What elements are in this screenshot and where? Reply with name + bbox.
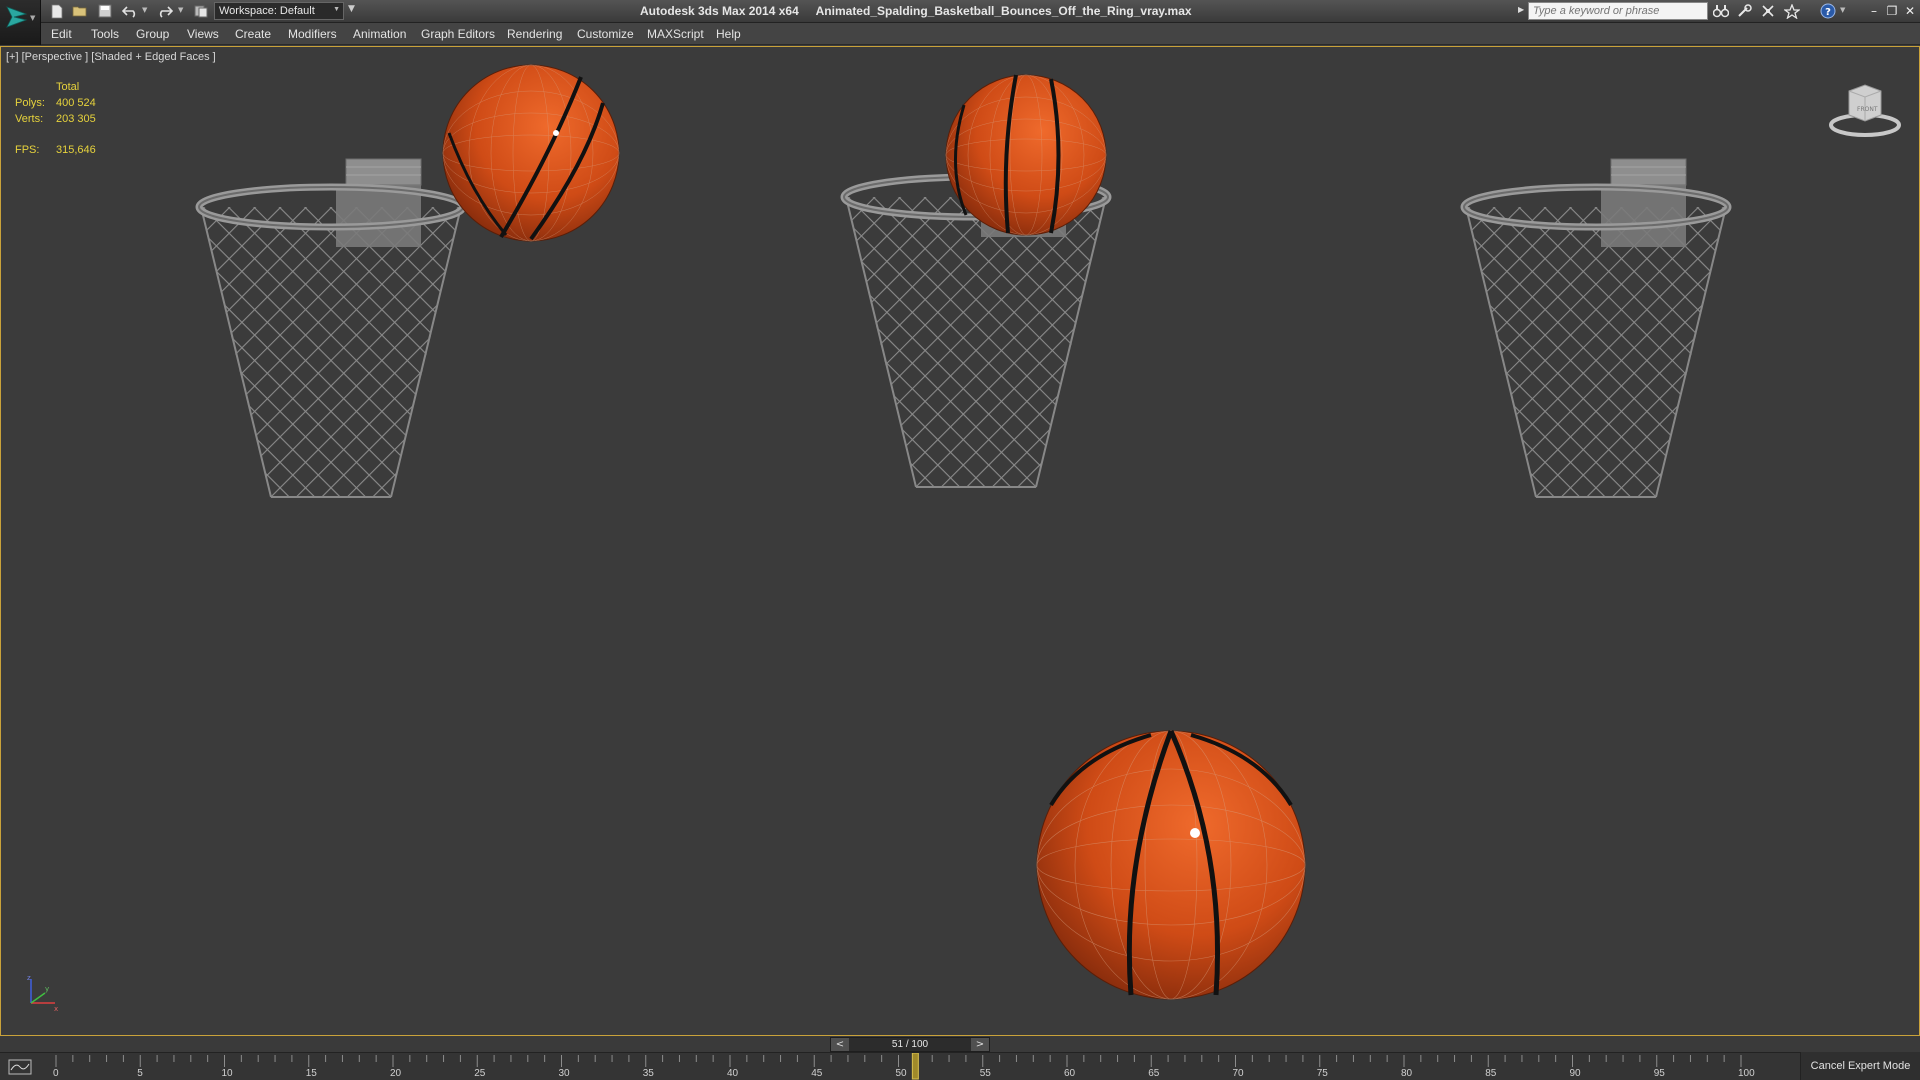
current-frame-marker[interactable] [911,1052,919,1080]
viewcube-widget[interactable]: FRONT [1827,79,1903,139]
hoop-left[interactable] [191,159,471,507]
menu-bar: Edit Tools Group Views Create Modifiers … [41,23,1920,45]
next-frame-button[interactable]: > [971,1038,989,1051]
restore-button[interactable]: ❐ [1884,2,1900,20]
timeline-tick-label: 100 [1738,1068,1755,1079]
timeline-tick-label: 20 [390,1068,402,1079]
menu-maxscript[interactable]: MAXScript [647,27,704,41]
timeline-tick-label: 0 [53,1068,59,1079]
workspace-select[interactable]: Workspace: Default ▼ [214,2,344,20]
title-bar: ▼ ▼ Workspace: Default ▼ ▼ Autodesk 3ds … [0,0,1920,23]
timeline-tick-label: 90 [1569,1068,1581,1079]
redo-icon[interactable] [155,2,175,20]
timeline-tick-label: 70 [1232,1068,1244,1079]
help-dropdown-icon[interactable]: ▼ [1840,6,1845,14]
undo-icon[interactable] [120,2,140,20]
viewcube-face-label: FRONT [1857,106,1878,113]
axis-z-label: z [27,974,31,982]
redo-dropdown-icon[interactable]: ▼ [178,6,183,14]
minimize-button[interactable]: – [1866,2,1882,20]
menu-edit[interactable]: Edit [51,27,72,41]
timeline-tick-label: 60 [1064,1068,1076,1079]
timeline-tick-label: 30 [558,1068,570,1079]
frame-counter: 51 / 100 [891,1039,929,1050]
svg-text:?: ? [1825,7,1831,18]
timeline-tick-label: 80 [1401,1068,1413,1079]
window-title: Autodesk 3ds Max 2014 x64 Animated_Spald… [640,4,1260,18]
basketball-lower[interactable] [1036,729,1306,1000]
menu-group[interactable]: Group [136,27,169,41]
app-title: Autodesk 3ds Max 2014 x64 [640,4,799,18]
save-icon[interactable] [95,2,115,20]
track-bar[interactable]: 0 5 10 15 20 25 30 35 40 45 50 55 60 65 70 75 80 85 90 95 10… [0,1052,1920,1080]
timeline-tick-label: 25 [474,1068,486,1079]
menu-animation[interactable]: Animation [353,27,406,41]
project-folder-icon[interactable] [191,2,211,20]
axis-tripod-icon: z x y [27,974,58,1013]
timeline-tick-label: 40 [727,1068,739,1079]
help-icon[interactable]: ? [1818,2,1838,20]
hoop-right[interactable] [1456,159,1736,507]
timeline-tick-label: 10 [221,1068,233,1079]
toolbar-customize-icon[interactable]: ▼ [348,4,355,14]
curve-editor-icon[interactable] [4,1058,38,1076]
timeline-tick-label: 65 [1148,1068,1160,1079]
timeline-tick-label: 35 [642,1068,654,1079]
communication-center-icon[interactable] [1758,2,1778,20]
search-expand-icon[interactable]: ▶ [1518,5,1524,14]
timeline-tick-label: 50 [895,1068,907,1079]
file-name: Animated_Spalding_Basketball_Bounces_Off… [815,4,1192,18]
timeline-tick-label: 5 [137,1068,143,1079]
axis-x-label: x [54,1005,58,1013]
time-slider[interactable]: < 51 / 100 > [830,1037,990,1052]
workspace-label: Workspace: Default [219,5,315,17]
3dsmax-logo-icon [6,6,28,28]
timeline-tick-label: 15 [305,1068,317,1079]
chevron-down-icon: ▼ [333,6,340,13]
favorites-star-icon[interactable] [1782,2,1802,20]
chevron-down-icon: ▼ [30,14,36,22]
search-input[interactable] [1528,2,1708,20]
menu-help[interactable]: Help [716,27,741,41]
scene-canvas[interactable] [1,47,1919,1035]
menu-customize[interactable]: Customize [577,27,634,41]
open-icon[interactable] [70,2,90,20]
subscription-icon[interactable] [1735,2,1755,20]
menu-create[interactable]: Create [235,27,271,41]
undo-dropdown-icon[interactable]: ▼ [142,6,147,14]
menu-views[interactable]: Views [187,27,219,41]
timeline-tick-label: 55 [979,1068,991,1079]
new-icon[interactable] [47,2,67,20]
close-button[interactable]: ✕ [1902,2,1918,20]
basketball-upper-left[interactable] [442,64,620,242]
basketball-upper-center[interactable] [945,74,1107,236]
menu-rendering[interactable]: Rendering [507,27,562,41]
timeline-tick-label: 85 [1485,1068,1497,1079]
axis-y-label: y [45,985,49,993]
previous-frame-button[interactable]: < [831,1038,849,1051]
menu-graph-editors[interactable]: Graph Editors [421,27,495,41]
menu-tools[interactable]: Tools [91,27,119,41]
perspective-viewport[interactable]: [+] [Perspective ] [Shaded + Edged Faces… [0,46,1920,1036]
timeline-track[interactable]: 0 5 10 15 20 25 30 35 40 45 50 55 60 65 70 75 80 85 90 95 10… [53,1052,1765,1080]
binoculars-icon[interactable] [1711,2,1731,20]
menu-modifiers[interactable]: Modifiers [288,27,337,41]
application-button[interactable]: ▼ [0,0,41,45]
timeline-tick-label: 95 [1653,1068,1665,1079]
cancel-expert-mode-button[interactable]: Cancel Expert Mode [1800,1052,1920,1080]
timeline-tick-label: 45 [811,1068,823,1079]
timeline-tick-label: 75 [1316,1068,1328,1079]
